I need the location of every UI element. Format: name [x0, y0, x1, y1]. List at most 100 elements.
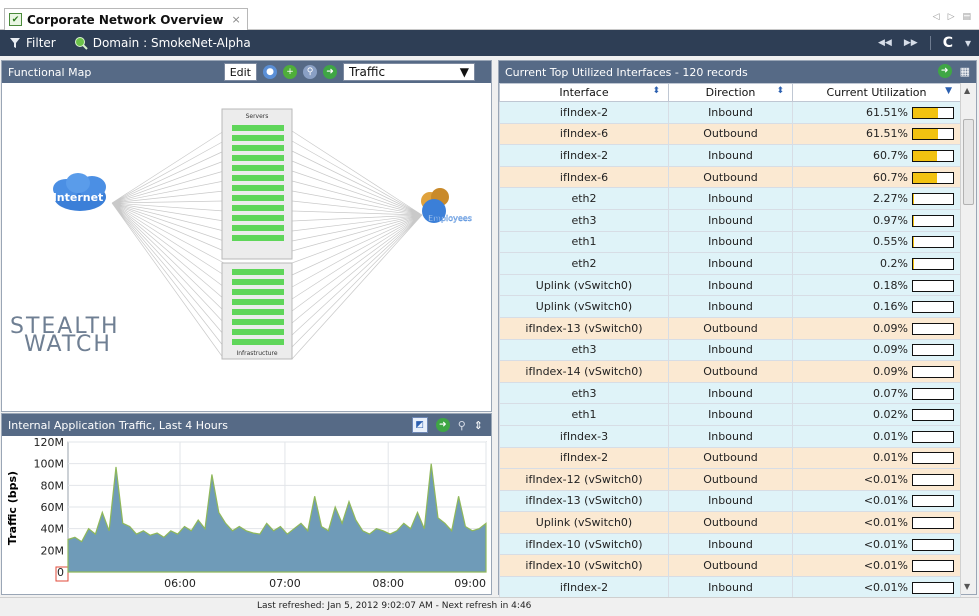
- tab-list-icon[interactable]: ▤: [962, 12, 971, 22]
- utilization-value: 0.09%: [873, 343, 908, 357]
- y-tick-label: 20M: [41, 544, 65, 557]
- table-scrollbar[interactable]: ▲ ▼: [960, 83, 976, 594]
- scroll-up-icon[interactable]: ▲: [964, 86, 970, 95]
- utilization-value: <0.01%: [863, 472, 908, 486]
- table-row[interactable]: ifIndex-6 Outbound 61.51%: [499, 122, 961, 146]
- top-interfaces-header: Current Top Utilized Interfaces - 120 re…: [499, 61, 976, 83]
- go-icon[interactable]: ➜: [323, 65, 337, 79]
- employees-label: Employees: [428, 214, 472, 223]
- utilization-cell: 0.2%: [792, 252, 961, 275]
- utilization-bar: [912, 387, 954, 400]
- utilization-cell: 0.09%: [792, 338, 961, 362]
- zoom-icon[interactable]: +: [283, 65, 297, 79]
- panel-title: Current Top Utilized Interfaces - 120 re…: [505, 65, 748, 79]
- scroll-thumb[interactable]: [963, 119, 974, 205]
- y-tick-label: 60M: [41, 501, 65, 514]
- go-icon[interactable]: ➜: [435, 418, 450, 432]
- table-row[interactable]: eth3 Inbound 0.09%: [499, 338, 961, 362]
- utilization-bar: [912, 214, 954, 227]
- table-row[interactable]: ifIndex-2 Inbound <0.01%: [499, 576, 961, 599]
- expand-icon[interactable]: ⇕: [474, 419, 483, 432]
- chart-icon[interactable]: ◩: [411, 417, 428, 433]
- export-icon[interactable]: ▦: [960, 65, 970, 78]
- go-icon[interactable]: ➜: [937, 64, 952, 78]
- direction-cell: Outbound: [668, 468, 793, 491]
- view-select[interactable]: Traffic ▼: [343, 63, 475, 81]
- toolbar-nav: ◀◀ ▶▶ C ▾: [878, 30, 971, 56]
- table-row[interactable]: eth1 Inbound 0.55%: [499, 230, 961, 254]
- utilization-bar: [912, 128, 954, 141]
- filter-label: Filter: [26, 36, 56, 50]
- utilization-value: 0.16%: [873, 300, 908, 314]
- direction-cell: Outbound: [668, 360, 793, 383]
- direction-cell: Inbound: [668, 489, 793, 513]
- table-row[interactable]: ifIndex-2 Outbound 0.01%: [499, 446, 961, 470]
- column-header-utilization[interactable]: Current Utilization ▼: [792, 83, 961, 102]
- tab-corporate-network-overview[interactable]: ✔ Corporate Network Overview ×: [4, 8, 248, 30]
- utilization-value: <0.01%: [863, 494, 908, 508]
- direction-cell: Inbound: [668, 295, 793, 318]
- table-row[interactable]: ifIndex-2 Inbound 61.51%: [499, 101, 961, 124]
- search-icon[interactable]: ⚲: [303, 65, 317, 79]
- refresh-icon[interactable]: C: [943, 35, 953, 51]
- table-row[interactable]: eth3 Inbound 0.97%: [499, 208, 961, 232]
- interface-cell: ifIndex-13 (vSwitch0): [499, 316, 669, 340]
- interface-cell: ifIndex-14 (vSwitch0): [499, 360, 669, 383]
- direction-cell: Outbound: [668, 316, 793, 340]
- sort-icon: ⬍: [776, 86, 784, 96]
- filter-button[interactable]: Filter: [0, 36, 65, 50]
- utilization-bar: [912, 193, 954, 206]
- table-row[interactable]: eth2 Inbound 2.27%: [499, 187, 961, 210]
- table-row[interactable]: ifIndex-10 (vSwitch0) Inbound <0.01%: [499, 532, 961, 556]
- table-row[interactable]: eth2 Inbound 0.2%: [499, 252, 961, 275]
- domain-selector[interactable]: Domain : SmokeNet-Alpha: [65, 36, 260, 50]
- tab-prev-icon[interactable]: ◁: [933, 12, 940, 22]
- utilization-value: 0.09%: [873, 321, 908, 335]
- column-header-direction[interactable]: Direction ⬍: [668, 83, 793, 102]
- interface-cell: ifIndex-10 (vSwitch0): [499, 532, 669, 556]
- table-row[interactable]: ifIndex-6 Outbound 60.7%: [499, 165, 961, 189]
- forward-icon[interactable]: ▶▶: [904, 38, 918, 48]
- servers-box: [221, 108, 293, 260]
- column-header-interface[interactable]: Interface ⬍: [499, 83, 669, 102]
- traffic-chart-panel: Internal Application Traffic, Last 4 Hou…: [1, 413, 492, 595]
- utilization-cell: 61.51%: [792, 101, 961, 124]
- utilization-bar: [912, 171, 954, 184]
- comment-icon[interactable]: ●: [263, 65, 277, 79]
- back-icon[interactable]: ◀◀: [878, 38, 892, 48]
- table-row[interactable]: ifIndex-14 (vSwitch0) Outbound 0.09%: [499, 360, 961, 383]
- utilization-cell: <0.01%: [792, 554, 961, 578]
- table-row[interactable]: ifIndex-12 (vSwitch0) Outbound <0.01%: [499, 468, 961, 491]
- table-row[interactable]: ifIndex-2 Inbound 60.7%: [499, 144, 961, 167]
- utilization-cell: <0.01%: [792, 489, 961, 513]
- traffic-chart-header: Internal Application Traffic, Last 4 Hou…: [2, 414, 491, 436]
- infrastructure-label: Infrastructure: [236, 350, 277, 357]
- table-row[interactable]: Uplink (vSwitch0) Inbound 0.16%: [499, 295, 961, 318]
- table-row[interactable]: ifIndex-13 (vSwitch0) Inbound <0.01%: [499, 489, 961, 513]
- direction-cell: Inbound: [668, 101, 793, 124]
- utilization-cell: <0.01%: [792, 468, 961, 491]
- tab-next-icon[interactable]: ▷: [948, 12, 955, 22]
- table-row[interactable]: eth3 Inbound 0.07%: [499, 381, 961, 405]
- scroll-down-icon[interactable]: ▼: [964, 582, 970, 591]
- table-row[interactable]: ifIndex-10 (vSwitch0) Outbound <0.01%: [499, 554, 961, 578]
- sort-desc-icon: ▼: [945, 86, 952, 96]
- utilization-bar: [912, 495, 954, 508]
- direction-cell: Outbound: [668, 554, 793, 578]
- table-row[interactable]: ifIndex-13 (vSwitch0) Outbound 0.09%: [499, 316, 961, 340]
- interface-cell: ifIndex-13 (vSwitch0): [499, 489, 669, 513]
- table-row[interactable]: ifIndex-3 Inbound 0.01%: [499, 424, 961, 448]
- close-icon[interactable]: ×: [231, 13, 240, 26]
- interface-cell: ifIndex-10 (vSwitch0): [499, 554, 669, 578]
- table-row[interactable]: Uplink (vSwitch0) Outbound <0.01%: [499, 511, 961, 534]
- domain-label: Domain : SmokeNet-Alpha: [92, 36, 251, 50]
- search-icon[interactable]: ⚲: [458, 419, 466, 432]
- interface-cell: Uplink (vSwitch0): [499, 511, 669, 534]
- menu-dropdown-icon[interactable]: ▾: [965, 36, 971, 50]
- table-row[interactable]: eth1 Inbound 0.02%: [499, 403, 961, 426]
- utilization-value: <0.01%: [863, 537, 908, 551]
- utilization-bar: [912, 106, 954, 119]
- table-row[interactable]: Uplink (vSwitch0) Inbound 0.18%: [499, 273, 961, 297]
- internet-label: Internet: [53, 191, 104, 204]
- edit-button[interactable]: Edit: [223, 63, 257, 81]
